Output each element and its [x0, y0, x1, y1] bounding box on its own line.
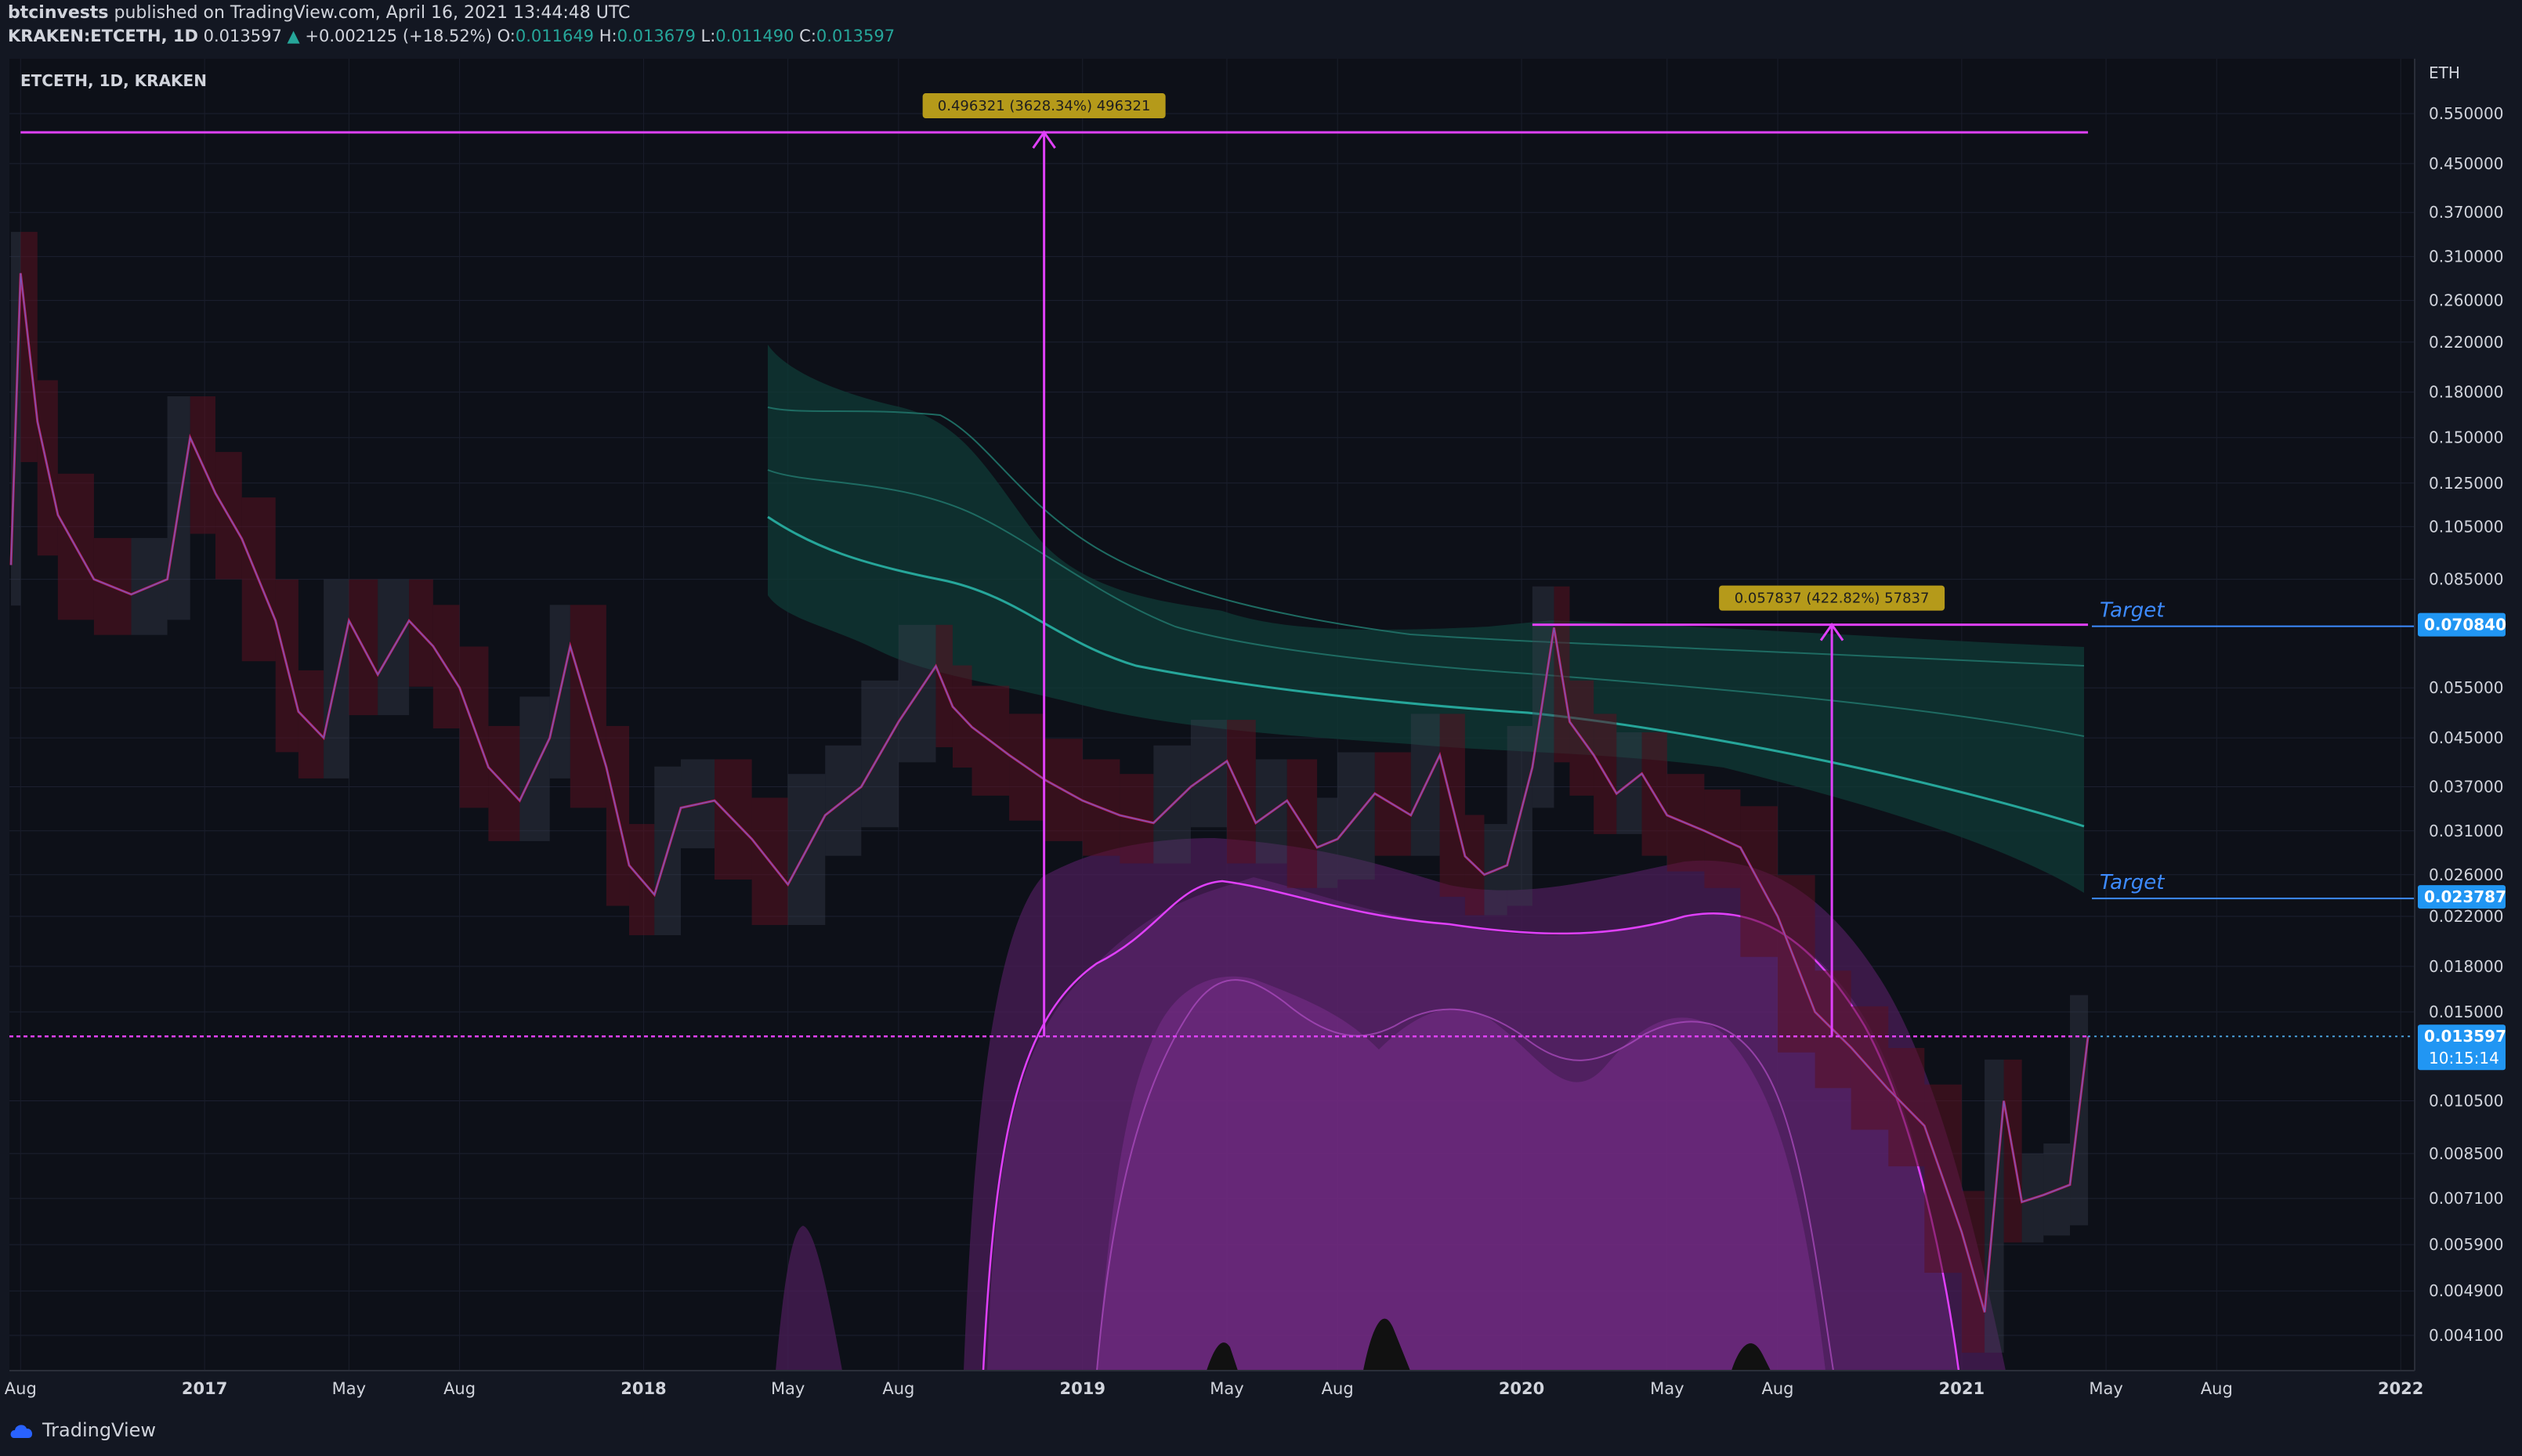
target-label: Target [2100, 871, 2165, 894]
y-tick-label: 0.180000 [2429, 383, 2503, 402]
y-tick-label: 0.055000 [2429, 678, 2503, 697]
y-tick-label: 0.150000 [2429, 428, 2503, 447]
y-tick-label: 0.010500 [2429, 1092, 2503, 1111]
footer [0, 1410, 2522, 1456]
y-tick-label: 0.037000 [2429, 777, 2503, 796]
y-tick-label: 0.005900 [2429, 1235, 2503, 1254]
y-tick-label: 0.031000 [2429, 822, 2503, 840]
x-tick-label: May [771, 1379, 805, 1398]
target-label: Target [2100, 599, 2165, 623]
y-tick-label: 0.310000 [2429, 247, 2503, 266]
price-axis[interactable]: 0.550000 0.450000 0.370000 0.310000 0.260000… [2429, 104, 2503, 1345]
y-tick-label: 0.220000 [2429, 333, 2503, 352]
y-tick-label: 0.450000 [2429, 154, 2503, 173]
y-tick-label: 0.125000 [2429, 474, 2503, 493]
measure-label: 0.057837 (422.82%) 57837 [1735, 591, 1930, 607]
x-tick-label: 2017 [182, 1379, 227, 1398]
y-tick-label: 0.008500 [2429, 1144, 2503, 1163]
y-tick-label: 0.004900 [2429, 1281, 2503, 1300]
cloud-icon [10, 1425, 33, 1438]
y-tick-label: 0.004100 [2429, 1326, 2503, 1345]
y-tick-label: 0.105000 [2429, 517, 2503, 536]
time-axis[interactable]: Aug 2017 May Aug 2018 May Aug 2019 May Aug 2020 May… [5, 1379, 2424, 1398]
y-tick-label: 0.260000 [2429, 291, 2503, 310]
x-tick-label: Aug [2201, 1379, 2233, 1398]
x-tick-label: 2021 [1939, 1379, 1985, 1398]
y-tick-label: 0.370000 [2429, 203, 2503, 222]
x-tick-label: May [332, 1379, 366, 1398]
tradingview-logo[interactable]: TradingView [8, 1419, 156, 1441]
brand-name: TradingView [42, 1419, 157, 1441]
x-tick-label: Aug [443, 1379, 476, 1398]
chart-title: ETCETH, 1D, KRAKEN [20, 71, 207, 90]
x-tick-label: May [1650, 1379, 1684, 1398]
x-tick-label: May [1210, 1379, 1243, 1398]
countdown-tag: 10:15:14 [2429, 1049, 2499, 1068]
y-tick-label: 0.085000 [2429, 570, 2503, 589]
x-tick-label: Aug [882, 1379, 914, 1398]
x-tick-label: 2020 [1499, 1379, 1544, 1398]
x-tick-label: Aug [1762, 1379, 1794, 1398]
x-tick-label: 2019 [1060, 1379, 1105, 1398]
last-price-tag: 0.013597 [2424, 1027, 2506, 1046]
target-price-tag: 0.070840 [2424, 616, 2506, 634]
x-tick-label: Aug [5, 1379, 37, 1398]
x-tick-label: 2018 [621, 1379, 666, 1398]
y-tick-label: 0.018000 [2429, 957, 2503, 976]
y-tick-label: 0.045000 [2429, 728, 2503, 747]
x-tick-label: 2022 [2378, 1379, 2423, 1398]
y-tick-label: 0.550000 [2429, 104, 2503, 123]
y-tick-label: 0.022000 [2429, 907, 2503, 926]
x-tick-label: May [2089, 1379, 2122, 1398]
y-tick-label: 0.015000 [2429, 1003, 2503, 1021]
y-unit-label: ETH [2429, 63, 2460, 82]
measure-label: 0.496321 (3628.34%) 496321 [938, 98, 1151, 114]
price-chart[interactable]: 0.496321 (3628.34%) 496321 0.057837 (422.… [0, 0, 2522, 1456]
target-price-tag: 0.023787 [2424, 887, 2506, 906]
y-tick-label: 0.026000 [2429, 865, 2503, 884]
x-tick-label: Aug [1322, 1379, 1354, 1398]
y-tick-label: 0.007100 [2429, 1189, 2503, 1208]
